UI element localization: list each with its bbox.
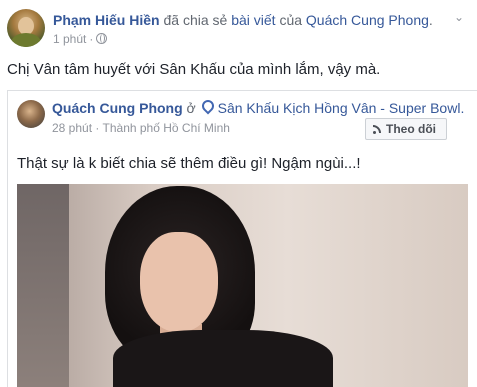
shared-content-card: Quách Cung Phong ở Sân Khấu Kịch Hồng Vâ… [7,90,477,387]
shared-author-avatar[interactable] [17,100,45,128]
follow-button[interactable]: Theo dõi [365,118,447,140]
shared-meta-separator: · [95,121,100,135]
shared-timestamp[interactable]: 28 phút [52,121,92,135]
rss-icon [373,125,382,134]
post-header: Phạm Hiếu Hiền đã chia sẻ bài viết của Q… [53,12,433,28]
post-timestamp[interactable]: 1 phút [53,32,86,46]
globe-icon[interactable] [96,33,108,44]
of-text: của [275,12,306,28]
chevron-down-icon[interactable]: ⌄ [454,11,465,23]
shared-body: Thật sự là k biết chia sẽ thêm điều gì! … [17,155,361,172]
location-pin-icon [199,97,217,115]
location-link[interactable]: Sân Khấu Kịch Hồng Vân - Super Bowl. [218,100,465,116]
author-name-link[interactable]: Phạm Hiếu Hiền [53,12,160,28]
post-object-link[interactable]: bài viết [231,12,275,28]
at-text: ở [182,100,200,116]
period-text: . [428,12,433,28]
shared-meta: 28 phút · Thành phố Hồ Chí Minh [52,121,230,135]
share-action-text: đã chia sẻ [159,12,232,28]
shared-place[interactable]: Thành phố Hồ Chí Minh [103,121,230,135]
post-body: Chị Vân tâm huyết với Sân Khấu của mình … [7,61,381,78]
author-avatar[interactable] [7,9,45,47]
shared-photo[interactable] [17,184,468,387]
meta-separator: · [89,32,94,46]
shared-post: Phạm Hiếu Hiền đã chia sẻ bài viết của Q… [0,0,477,387]
shared-author-name-link[interactable]: Quách Cung Phong [52,100,183,116]
follow-label: Theo dõi [386,122,436,136]
shared-header: Quách Cung Phong ở Sân Khấu Kịch Hồng Vâ… [52,97,465,116]
original-author-link[interactable]: Quách Cung Phong [306,12,429,28]
post-meta: 1 phút · [53,32,108,46]
